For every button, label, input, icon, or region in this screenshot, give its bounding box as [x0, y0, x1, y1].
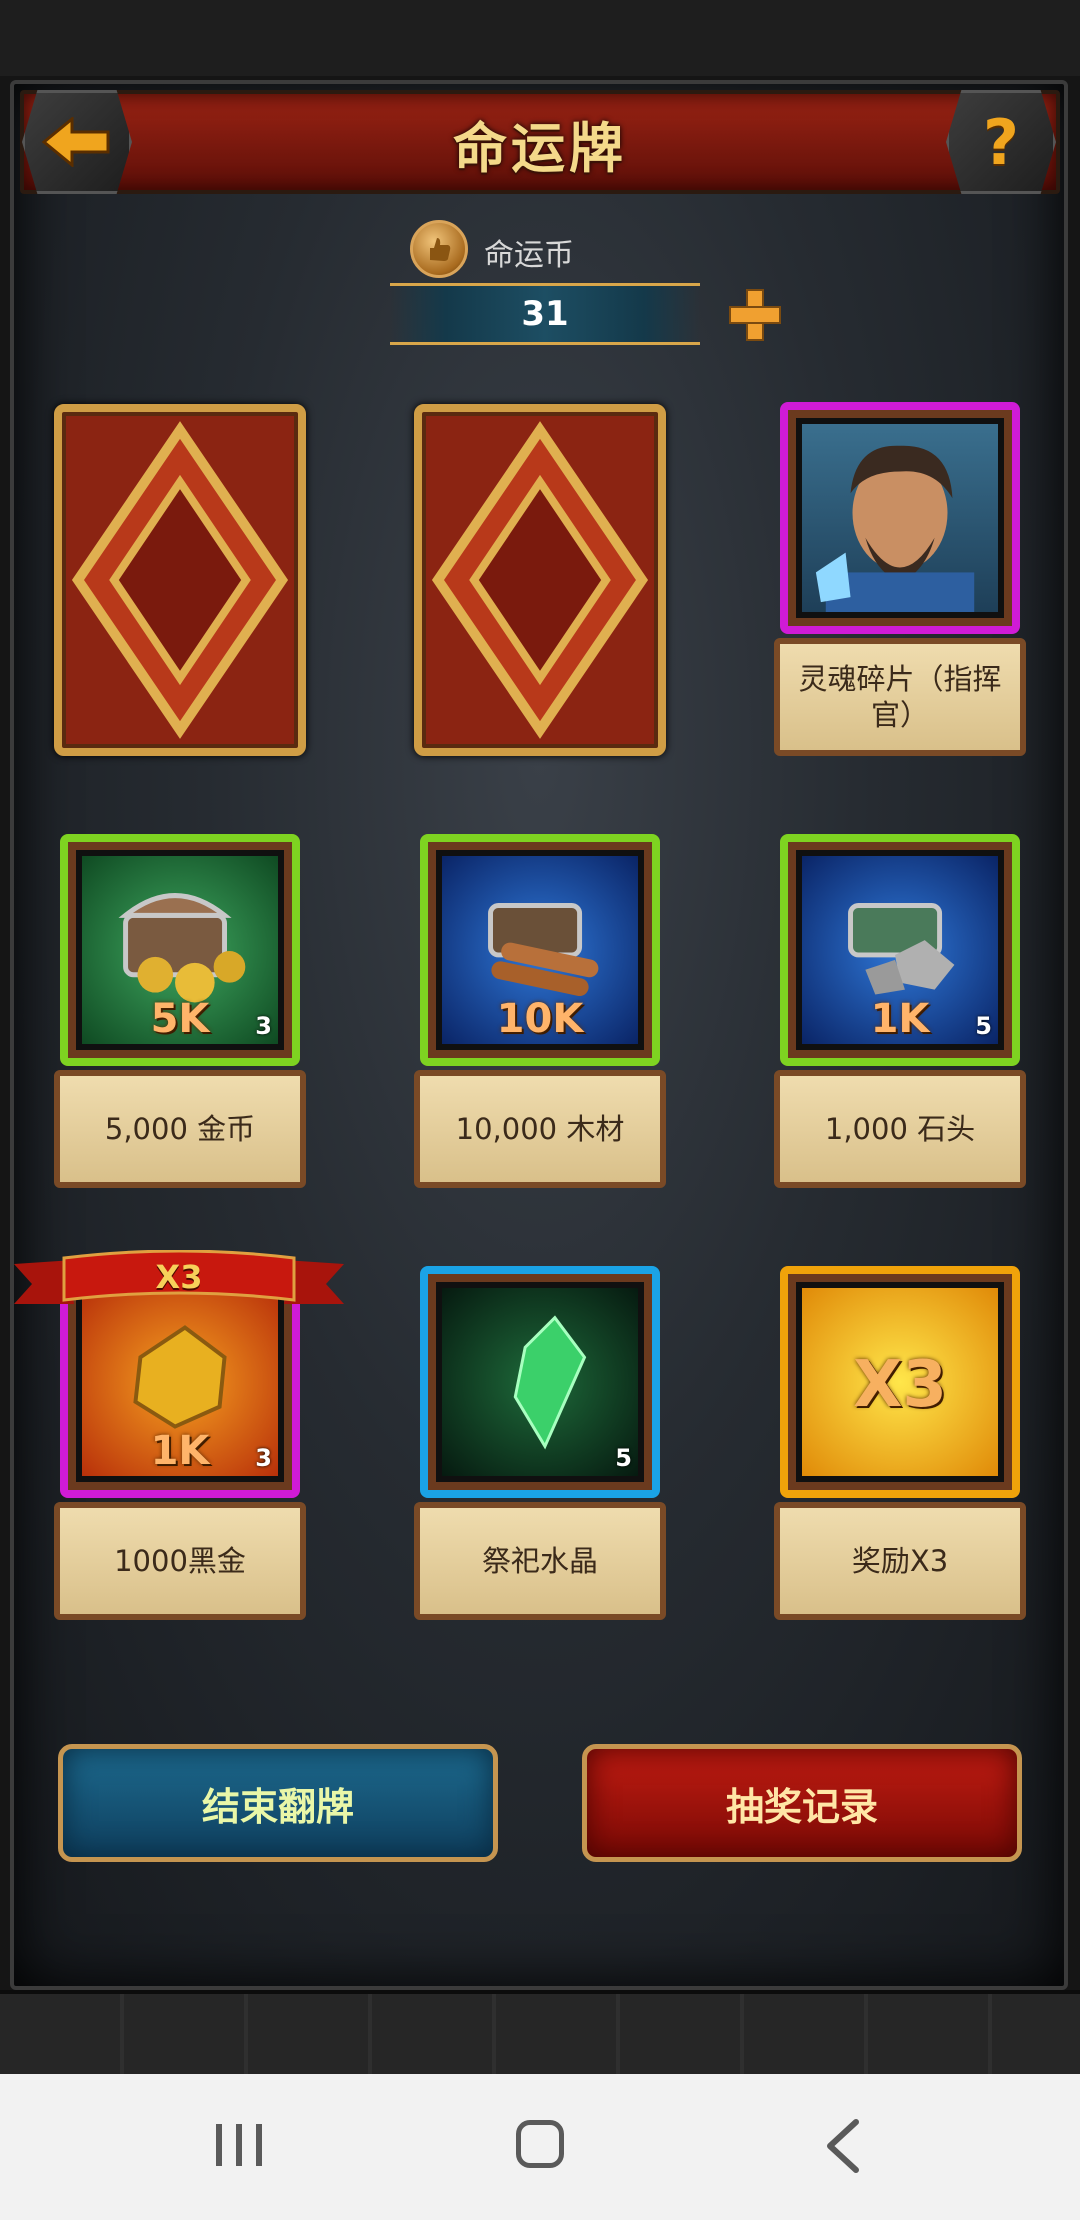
reward-frame: 5 [420, 1266, 660, 1498]
stone-chest-art: 1K 5 [796, 850, 1004, 1050]
panel-bottom-border [0, 1990, 1080, 2078]
fate-coin-amount: 31 [390, 283, 700, 345]
reward-amount: 1K [870, 996, 930, 1042]
multiplier-ribbon-label: X3 [155, 1258, 203, 1296]
crystal-art: 5 [436, 1282, 644, 1482]
reward-count: 5 [615, 1444, 632, 1472]
face-down-card-1[interactable] [54, 404, 306, 756]
reward-frame: X3 [780, 1266, 1020, 1498]
draw-history-button[interactable]: 抽奖记录 [582, 1744, 1022, 1862]
reward-frame: 5K 3 [60, 834, 300, 1066]
card-back [414, 404, 666, 756]
recent-apps-icon[interactable] [214, 2122, 264, 2168]
gold-chest-art: 5K 3 [76, 850, 284, 1050]
reward-label: 灵魂碎片（指挥官） [774, 638, 1026, 756]
help-button[interactable]: ? [946, 90, 1056, 194]
question-mark-icon: ? [983, 105, 1019, 179]
card-back-pattern [71, 421, 289, 739]
reward-label: 祭祀水晶 [414, 1502, 666, 1620]
back-button[interactable] [22, 90, 132, 194]
reward-frame [780, 402, 1020, 634]
reward-count: 5 [975, 1012, 992, 1040]
fate-coin-icon [410, 220, 468, 278]
fate-coin-label: 命运币 [484, 238, 574, 273]
reward-card-multiplier[interactable]: X3 奖励X3 [774, 1266, 1026, 1622]
reward-amount: 5K [150, 996, 210, 1042]
reward-card-soul-shard[interactable]: 灵魂碎片（指挥官） [774, 402, 1026, 758]
reward-label: 1,000 石头 [774, 1070, 1026, 1188]
system-back-icon[interactable] [822, 2118, 862, 2174]
reward-card-wood[interactable]: 10K 10,000 木材 [414, 834, 666, 1190]
commander-face-icon [815, 445, 975, 612]
face-down-card-2[interactable] [414, 404, 666, 756]
reward-amount: 1K [150, 1428, 210, 1474]
reward-amount: 10K [496, 996, 584, 1042]
status-bar [0, 0, 1080, 76]
reward-frame: 1K 5 [780, 834, 1020, 1066]
commander-portrait [796, 418, 1004, 618]
reward-card-black-gold[interactable]: 1K 3 1000黑金 [54, 1266, 306, 1622]
reward-frame: 10K [420, 834, 660, 1066]
reward-card-crystal[interactable]: 5 祭祀水晶 [414, 1266, 666, 1622]
reward-card-stone[interactable]: 1K 5 1,000 石头 [774, 834, 1026, 1190]
reward-amount: X3 [853, 1348, 947, 1422]
card-back [54, 404, 306, 756]
page-title: 命运牌 [453, 117, 627, 180]
header-bar: 命运牌 [20, 90, 1060, 194]
plus-icon[interactable] [728, 288, 782, 342]
back-arrow-icon [42, 117, 110, 167]
wood-chest-art: 10K [436, 850, 644, 1050]
home-icon[interactable] [516, 2120, 564, 2168]
reward-count: 3 [255, 1444, 272, 1472]
reward-count: 3 [255, 1012, 272, 1040]
reward-label: 奖励X3 [774, 1502, 1026, 1620]
multiplier-art: X3 [796, 1282, 1004, 1482]
card-back-pattern [431, 421, 649, 739]
reward-label: 1000黑金 [54, 1502, 306, 1620]
end-flip-button[interactable]: 结束翻牌 [58, 1744, 498, 1862]
crystal-icon [513, 1315, 587, 1450]
reward-label: 10,000 木材 [414, 1070, 666, 1188]
reward-card-gold[interactable]: 5K 3 5,000 金币 [54, 834, 306, 1190]
reward-label: 5,000 金币 [54, 1070, 306, 1188]
